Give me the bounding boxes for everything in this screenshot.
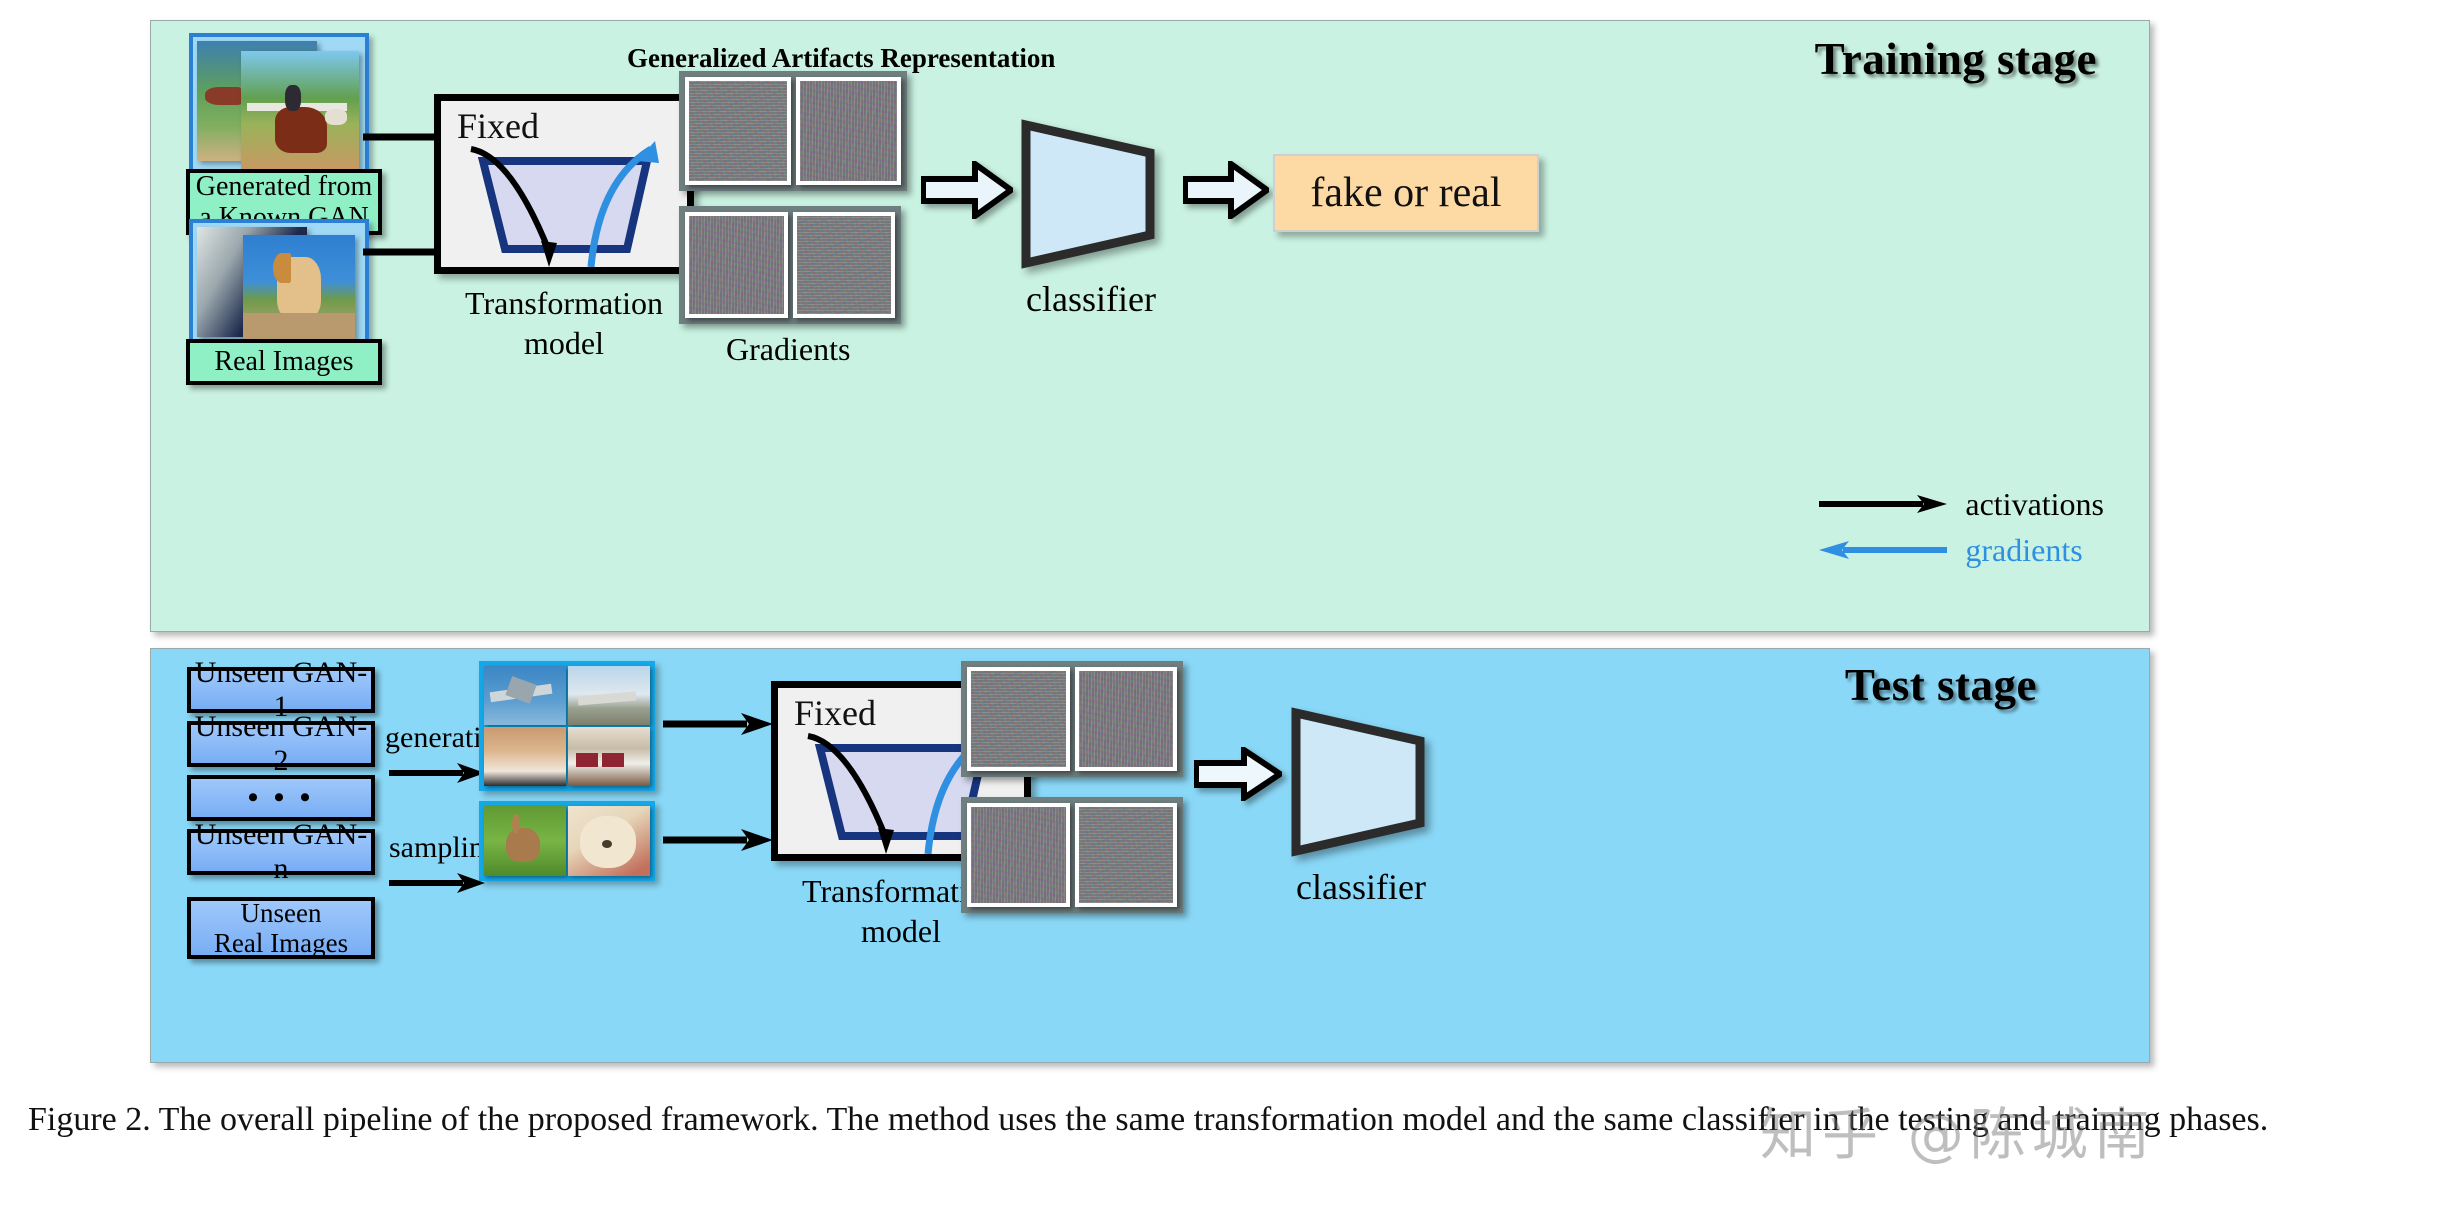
test-photo-airplane-2 bbox=[568, 666, 650, 725]
training-classifier-label: classifier bbox=[1026, 279, 1156, 319]
gradient-tile-1 bbox=[685, 212, 788, 318]
source-box-unseen-gan-1: Unseen GAN-1 bbox=[187, 656, 375, 723]
artifact-tile-1 bbox=[685, 77, 791, 185]
arrow-real-test-to-transformation bbox=[663, 827, 773, 853]
training-stage-title: Training stage bbox=[1814, 34, 2097, 84]
source-box-unseen-real-images: Unseen Real Images bbox=[187, 897, 375, 959]
real-image-thumbnail bbox=[189, 219, 369, 349]
test-artifact-tile-2 bbox=[1074, 667, 1177, 771]
gradient-tile-2 bbox=[792, 212, 895, 318]
generated-test-images-grid bbox=[479, 661, 655, 791]
activations-arrow-icon bbox=[1819, 495, 1948, 513]
generated-image-label-line1: Generated from bbox=[195, 170, 373, 202]
source-box-unseen-gan-2: Unseen GAN-2 bbox=[187, 710, 375, 777]
legend-row-activations: activations bbox=[1819, 481, 2104, 527]
generalized-artifacts-representation-title: Generalized Artifacts Representation bbox=[627, 43, 1056, 73]
test-artifact-tile-1 bbox=[967, 667, 1070, 771]
source-label-unseen-real-line2: Real Images bbox=[213, 928, 349, 958]
artifacts-representation-images bbox=[679, 71, 907, 191]
training-stage-panel: Training stage Generated from a Known GA… bbox=[150, 20, 2150, 632]
gradients-caption: Gradients bbox=[726, 331, 851, 367]
gradient-representation-images bbox=[679, 206, 901, 324]
legend-row-gradients: gradients bbox=[1819, 527, 2104, 573]
transformation-model-caption: Transformation model bbox=[419, 283, 709, 363]
test-photo-bedroom-2 bbox=[568, 727, 650, 786]
source-box-ellipsis: • • • bbox=[187, 775, 375, 821]
test-gradient-tile-1 bbox=[967, 803, 1070, 907]
test-artifacts-images bbox=[961, 661, 1183, 777]
legend-label-gradients: gradients bbox=[1965, 531, 2083, 568]
test-classifier: classifier bbox=[1286, 701, 1436, 907]
source-label-unseen-real-line1: Unseen bbox=[240, 897, 322, 928]
test-photo-airplane-1 bbox=[484, 666, 566, 725]
transformation-caption-line2: model bbox=[524, 325, 604, 361]
watermark: 知乎 @陈城南 bbox=[1760, 1103, 2156, 1168]
arrow-generating bbox=[389, 761, 485, 785]
real-image-label: Real Images bbox=[186, 339, 382, 385]
arrow-generated-test-to-transformation bbox=[663, 711, 773, 737]
test-classifier-label: classifier bbox=[1296, 867, 1426, 907]
test-photo-bedroom-1 bbox=[484, 727, 566, 786]
output-decision-text: fake or real bbox=[1310, 170, 1502, 216]
arrow-classifier-to-output bbox=[1183, 161, 1269, 219]
generated-image-thumbnail bbox=[189, 33, 369, 183]
output-decision-box: fake or real bbox=[1273, 154, 1539, 232]
legend: activations gradients bbox=[1819, 481, 2104, 573]
transformation-model-box: Fixed bbox=[434, 94, 694, 274]
test-gradient-tile-2 bbox=[1074, 803, 1177, 907]
arrow-test-to-classifier bbox=[1194, 747, 1282, 801]
source-label-unseen-gan-2: Unseen GAN-2 bbox=[194, 710, 368, 777]
real-image-front bbox=[243, 235, 355, 339]
source-box-unseen-gan-n: Unseen GAN-n bbox=[187, 818, 375, 885]
source-label-unseen-gan-n: Unseen GAN-n bbox=[194, 818, 368, 885]
arrow-artifacts-to-classifier bbox=[921, 161, 1013, 219]
funnel-diagram bbox=[470, 141, 659, 267]
real-test-images-grid bbox=[479, 801, 655, 881]
legend-label-activations: activations bbox=[1965, 485, 2104, 522]
training-classifier: classifier bbox=[1016, 113, 1166, 319]
test-stage-panel: Test stage Unseen GAN-1 Unseen GAN-2 • •… bbox=[150, 648, 2150, 1063]
test-stage-title: Test stage bbox=[1844, 660, 2037, 710]
test-photo-rabbit bbox=[484, 806, 566, 876]
arrow-sampling bbox=[389, 871, 485, 895]
gradients-arrow-icon bbox=[1819, 541, 1948, 559]
transformation-caption-line1: Transformation bbox=[465, 285, 663, 321]
test-photo-dog bbox=[568, 806, 650, 876]
test-gradients-images bbox=[961, 797, 1183, 913]
artifact-tile-2 bbox=[795, 77, 901, 185]
real-image-label-text: Real Images bbox=[214, 346, 354, 378]
generated-image-front bbox=[241, 51, 359, 169]
test-transformation-caption-line2: model bbox=[861, 913, 941, 949]
source-label-ellipsis: • • • bbox=[247, 781, 315, 815]
